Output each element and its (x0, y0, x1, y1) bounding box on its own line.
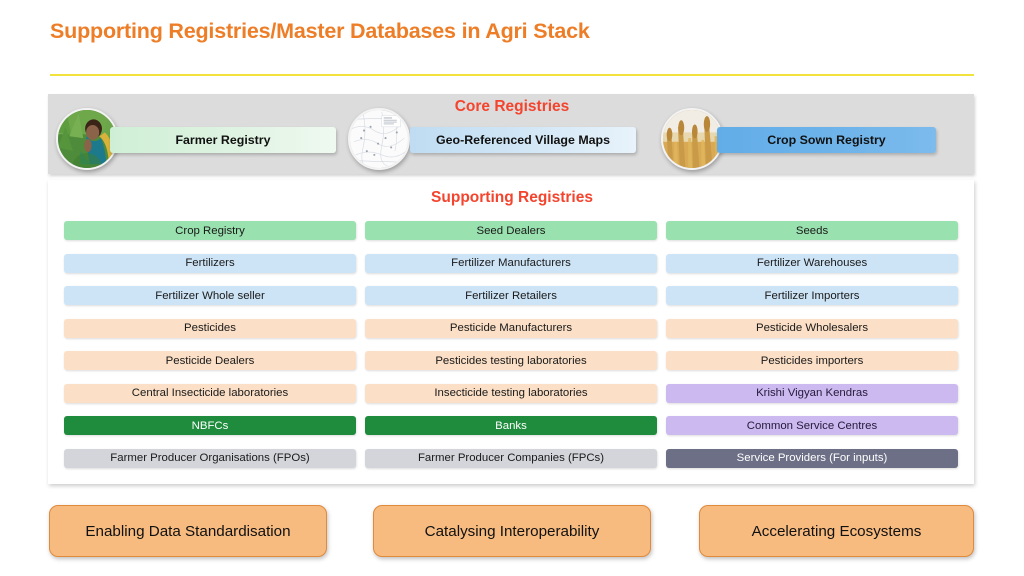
registry-bar[interactable]: Seed Dealers (365, 221, 657, 240)
registry-bar[interactable]: Crop Registry (64, 221, 356, 240)
core-registry-label-village-maps: Geo-Referenced Village Maps (410, 127, 636, 153)
core-registry-item-farmer[interactable]: Farmer Registry (56, 108, 336, 170)
registry-column-2: Seed Dealers Fertilizer Manufacturers Fe… (365, 221, 657, 468)
registry-bar[interactable]: Fertilizer Warehouses (666, 253, 958, 273)
registry-bar[interactable]: Fertilizers (64, 253, 356, 273)
core-registry-item-village-maps[interactable]: Geo-Referenced Village Maps (348, 108, 636, 170)
callout-accelerating-ecosystems[interactable]: Accelerating Ecosystems (699, 505, 974, 557)
registry-bar[interactable]: Insecticide testing laboratories (365, 383, 657, 403)
registry-bar[interactable]: Pesticides (64, 318, 356, 338)
core-registry-item-crop-sown[interactable]: Crop Sown Registry (661, 108, 936, 170)
registry-bar[interactable]: Common Service Centres (666, 416, 958, 435)
registry-bar[interactable]: Pesticide Manufacturers (365, 318, 657, 338)
registry-bar[interactable]: Central Insecticide laboratories (64, 383, 356, 403)
core-registry-label-crop-sown: Crop Sown Registry (717, 127, 936, 153)
wheat-field-photo-icon (661, 108, 723, 170)
registry-column-3: Seeds Fertilizer Warehouses Fertilizer I… (666, 221, 958, 468)
title-divider (50, 74, 974, 76)
supporting-registries-heading: Supporting Registries (431, 189, 593, 206)
supporting-registries-grid: Crop Registry Fertilizers Fertilizer Who… (64, 221, 958, 473)
village-map-photo-icon (348, 108, 410, 170)
registry-bar[interactable]: Krishi Vigyan Kendras (666, 383, 958, 403)
registry-bar[interactable]: Fertilizer Whole seller (64, 286, 356, 305)
registry-bar[interactable]: Pesticide Dealers (64, 351, 356, 370)
registry-bar[interactable]: Fertilizer Importers (666, 286, 958, 305)
registry-bar[interactable]: Farmer Producer Organisations (FPOs) (64, 448, 356, 468)
page-title: Supporting Registries/Master Databases i… (50, 19, 590, 43)
registry-bar[interactable]: Seeds (666, 221, 958, 240)
registry-bar[interactable]: Pesticides importers (666, 351, 958, 370)
registry-bar[interactable]: Pesticides testing laboratories (365, 351, 657, 370)
callout-catalysing-interoperability[interactable]: Catalysing Interoperability (373, 505, 651, 557)
core-registry-label-farmer: Farmer Registry (110, 127, 336, 153)
registry-bar[interactable]: Pesticide Wholesalers (666, 318, 958, 338)
registry-bar[interactable]: Farmer Producer Companies (FPCs) (365, 448, 657, 468)
registry-column-1: Crop Registry Fertilizers Fertilizer Who… (64, 221, 356, 468)
slide-canvas: Supporting Registries/Master Databases i… (0, 0, 1024, 576)
registry-bar[interactable]: Fertilizer Manufacturers (365, 253, 657, 273)
registry-bar[interactable]: Service Providers (For inputs) (666, 448, 958, 468)
callout-enabling-data-standardisation[interactable]: Enabling Data Standardisation (49, 505, 327, 557)
registry-bar[interactable]: NBFCs (64, 416, 356, 435)
registry-bar[interactable]: Fertilizer Retailers (365, 286, 657, 305)
farmer-photo-icon (56, 108, 118, 170)
registry-bar[interactable]: Banks (365, 416, 657, 435)
